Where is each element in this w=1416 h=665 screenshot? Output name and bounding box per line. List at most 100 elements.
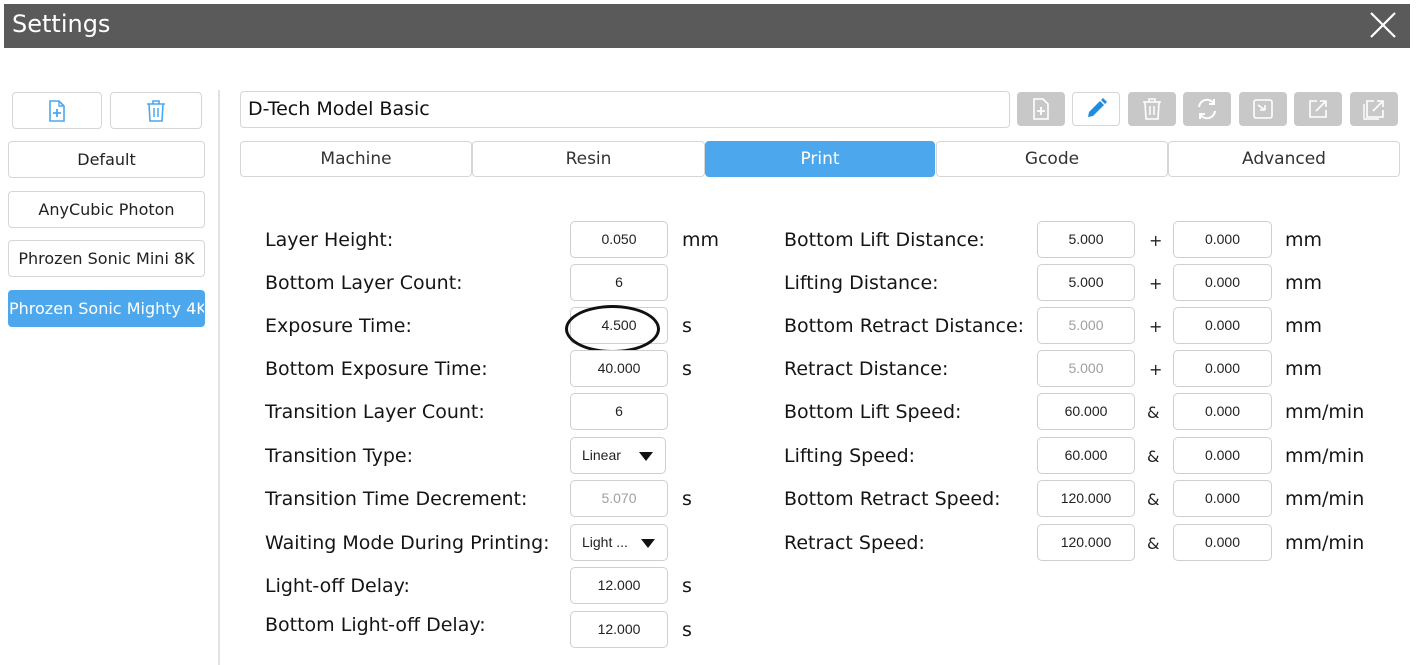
waiting-mode-value: Light ... xyxy=(582,534,628,550)
trash-icon xyxy=(147,99,165,122)
transition-type-label: Transition Type: xyxy=(265,445,413,467)
import-icon xyxy=(1253,99,1273,119)
close-icon xyxy=(1370,12,1396,38)
bottom-lift-speed-unit: mm/min xyxy=(1285,401,1365,423)
window-title: Settings xyxy=(12,10,111,38)
lifting-speed-unit: mm/min xyxy=(1285,445,1365,467)
bottom-exposure-time-label: Bottom Exposure Time: xyxy=(265,358,488,380)
retract-speed-input[interactable]: 120.000 xyxy=(1037,524,1135,561)
transition-layer-count-input[interactable]: 6 xyxy=(570,393,668,430)
add-profile-button[interactable] xyxy=(12,92,102,129)
export-button[interactable] xyxy=(1294,92,1342,126)
lifting-distance-input[interactable]: 5.000 xyxy=(1037,264,1135,301)
transition-type-value: Linear xyxy=(582,447,621,463)
lifting-speed-input[interactable]: 60.000 xyxy=(1037,437,1135,474)
edit-pencil-icon xyxy=(1088,98,1107,117)
bottom-lift-speed-label: Bottom Lift Speed: xyxy=(784,401,962,423)
tab-machine[interactable]: Machine xyxy=(240,141,472,177)
edit-button[interactable] xyxy=(1072,92,1120,126)
retract-speed-unit: mm/min xyxy=(1285,532,1365,554)
transition-time-decrement-unit: s xyxy=(682,488,692,510)
new-button[interactable] xyxy=(1017,92,1065,126)
retract-distance-input[interactable]: 5.000 xyxy=(1037,350,1135,387)
bottom-light-off-delay-input[interactable]: 12.000 xyxy=(570,611,668,648)
transition-time-decrement-label: Transition Time Decrement: xyxy=(265,488,528,510)
import-button[interactable] xyxy=(1239,92,1287,126)
delete-button[interactable] xyxy=(1128,92,1176,126)
layer-height-unit: mm xyxy=(682,229,720,251)
light-off-delay-label: Light-off Delay: xyxy=(265,575,410,597)
bottom-lift-distance-input[interactable]: 5.000 xyxy=(1037,221,1135,258)
transition-type-select[interactable]: Linear xyxy=(570,437,666,474)
light-off-delay-input[interactable]: 12.000 xyxy=(570,567,668,604)
bottom-layer-count-input[interactable]: 6 xyxy=(570,264,668,301)
exposure-time-unit: s xyxy=(682,315,692,337)
tab-advanced[interactable]: Advanced xyxy=(1168,141,1400,177)
plus-sign: + xyxy=(1149,360,1163,379)
layer-height-input[interactable]: 0.050 xyxy=(570,221,668,258)
bottom-retract-speed-unit: mm/min xyxy=(1285,488,1365,510)
profile-name-field[interactable]: D-Tech Model Basic xyxy=(240,91,1010,128)
dropdown-arrow-icon xyxy=(639,452,653,461)
ampersand-sign: & xyxy=(1147,490,1160,509)
waiting-mode-label: Waiting Mode During Printing: xyxy=(265,532,550,554)
retract-distance-unit: mm xyxy=(1285,358,1323,380)
delete-profile-button[interactable] xyxy=(110,92,202,129)
bottom-retract-speed-label: Bottom Retract Speed: xyxy=(784,488,1001,510)
light-off-delay-unit: s xyxy=(682,575,692,597)
layer-height-label: Layer Height: xyxy=(265,229,394,251)
tab-print[interactable]: Print xyxy=(705,141,935,177)
bottom-light-off-delay-unit: s xyxy=(682,619,692,641)
export-all-button[interactable] xyxy=(1350,92,1398,126)
bottom-light-off-delay-label: Bottom Light-off Delay: xyxy=(265,614,486,636)
add-file-icon xyxy=(49,99,65,122)
bottom-lift-distance-label: Bottom Lift Distance: xyxy=(784,229,985,251)
bottom-retract-distance-label: Bottom Retract Distance: xyxy=(784,315,1025,337)
lifting-distance-extra-input[interactable]: 0.000 xyxy=(1173,264,1272,301)
retract-distance-label: Retract Distance: xyxy=(784,358,949,380)
plus-sign: + xyxy=(1149,317,1163,336)
bottom-lift-distance-unit: mm xyxy=(1285,229,1323,251)
bottom-exposure-time-unit: s xyxy=(682,358,692,380)
retract-speed-extra-input[interactable]: 0.000 xyxy=(1173,524,1272,561)
dropdown-arrow-icon xyxy=(641,539,655,548)
retract-distance-extra-input[interactable]: 0.000 xyxy=(1173,350,1272,387)
bottom-retract-distance-extra-input[interactable]: 0.000 xyxy=(1173,307,1272,344)
lifting-distance-label: Lifting Distance: xyxy=(784,272,939,294)
retract-speed-label: Retract Speed: xyxy=(784,532,925,554)
exposure-time-label: Exposure Time: xyxy=(265,315,412,337)
lifting-speed-extra-input[interactable]: 0.000 xyxy=(1173,437,1272,474)
tab-resin[interactable]: Resin xyxy=(472,141,705,177)
refresh-button[interactable] xyxy=(1183,92,1231,126)
bottom-lift-distance-extra-input[interactable]: 0.000 xyxy=(1173,221,1272,258)
profile-item[interactable]: Default xyxy=(8,141,205,178)
title-bar: Settings xyxy=(4,4,1410,48)
exposure-time-input[interactable]: 4.500 xyxy=(570,307,668,344)
lifting-distance-unit: mm xyxy=(1285,272,1323,294)
bottom-retract-distance-unit: mm xyxy=(1285,315,1323,337)
profile-item[interactable]: AnyCubic Photon xyxy=(8,191,205,228)
export-icon xyxy=(1309,100,1327,118)
tab-gcode[interactable]: Gcode xyxy=(936,141,1168,177)
lifting-speed-label: Lifting Speed: xyxy=(784,445,916,467)
add-file-icon xyxy=(1033,98,1049,120)
bottom-lift-speed-input[interactable]: 60.000 xyxy=(1037,393,1135,430)
export-all-icon xyxy=(1363,100,1384,120)
close-button[interactable] xyxy=(1368,10,1398,40)
bottom-retract-speed-extra-input[interactable]: 0.000 xyxy=(1173,480,1272,517)
bottom-retract-distance-input[interactable]: 5.000 xyxy=(1037,307,1135,344)
plus-sign: + xyxy=(1149,274,1163,293)
bottom-exposure-time-input[interactable]: 40.000 xyxy=(570,350,668,387)
transition-layer-count-label: Transition Layer Count: xyxy=(265,401,485,423)
ampersand-sign: & xyxy=(1147,403,1160,422)
profile-item[interactable]: Phrozen Sonic Mini 8K xyxy=(8,240,205,277)
bottom-lift-speed-extra-input[interactable]: 0.000 xyxy=(1173,393,1272,430)
ampersand-sign: & xyxy=(1147,534,1160,553)
delete-icon xyxy=(1143,98,1161,120)
bottom-layer-count-label: Bottom Layer Count: xyxy=(265,272,463,294)
bottom-retract-speed-input[interactable]: 120.000 xyxy=(1037,480,1135,517)
transition-time-decrement-input[interactable]: 5.070 xyxy=(570,480,668,517)
profile-item-selected[interactable]: Phrozen Sonic Mighty 4K xyxy=(8,290,205,327)
ampersand-sign: & xyxy=(1147,447,1160,466)
waiting-mode-select[interactable]: Light ... xyxy=(570,524,668,561)
